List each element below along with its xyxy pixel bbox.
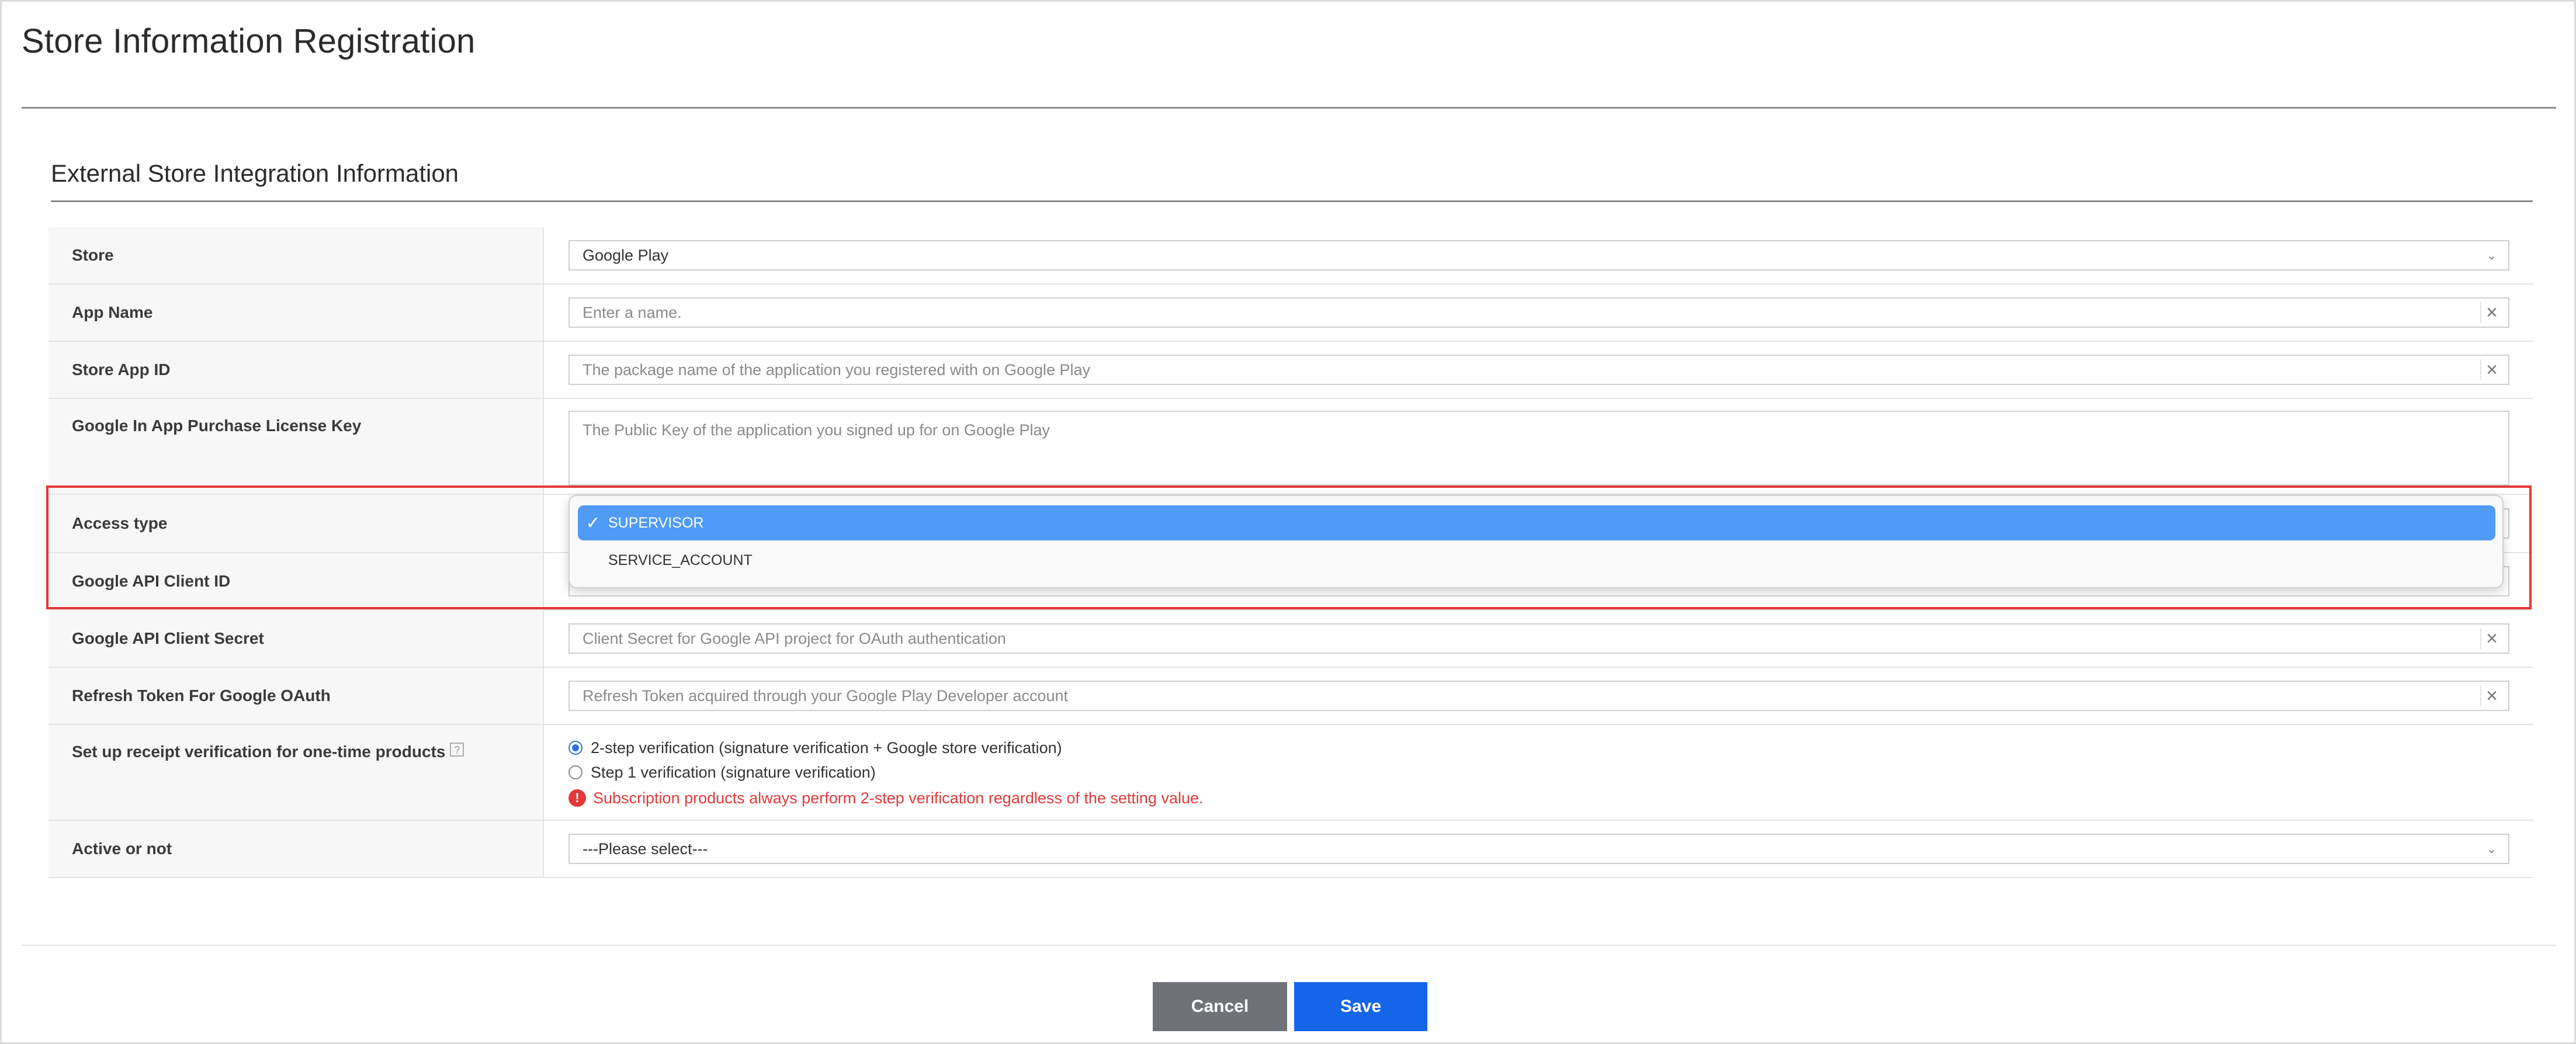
footer-divider (22, 945, 2556, 946)
refresh-token-input[interactable]: Refresh Token acquired through your Goog… (568, 681, 2509, 711)
row-client-secret: Google API Client Secret Client Secret f… (48, 611, 2533, 668)
client-secret-input[interactable]: Client Secret for Google API project for… (568, 623, 2509, 654)
radio-one-step[interactable]: Step 1 verification (signature verificat… (568, 760, 876, 785)
clear-icon[interactable]: × (2480, 685, 2502, 706)
store-registration-page: Store Information Registration External … (0, 0, 2576, 1044)
section-title: External Store Integration Information (51, 159, 459, 187)
row-active: Active or not ---Please select--- ⌄ (48, 821, 2533, 878)
dropdown-option-label: SERVICE_ACCOUNT (608, 552, 753, 568)
row-app-name: App Name Enter a name. × (48, 285, 2533, 342)
active-label: Active or not (48, 821, 544, 877)
client-id-label: Google API Client ID (48, 553, 544, 609)
row-refresh-token: Refresh Token For Google OAuth Refresh T… (48, 668, 2533, 725)
radio-two-step[interactable]: 2-step verification (signature verificat… (568, 736, 1062, 760)
row-receipt-verification: Set up receipt verification for one-time… (48, 725, 2533, 821)
save-button[interactable]: Save (1294, 982, 1427, 1031)
row-license-key: Google In App Purchase License Key The P… (48, 399, 2533, 495)
row-store: Store Google Play ⌄ (48, 227, 2533, 285)
radio-one-step-label: Step 1 verification (signature verificat… (591, 763, 876, 781)
chevron-down-icon: ⌄ (2487, 249, 2497, 262)
license-key-textarea[interactable]: The Public Key of the application you si… (568, 411, 2509, 485)
store-app-id-label: Store App ID (48, 342, 544, 398)
radio-two-step-label: 2-step verification (signature verificat… (591, 738, 1062, 757)
cancel-button[interactable]: Cancel (1153, 982, 1287, 1031)
page-title: Store Information Registration (22, 22, 476, 60)
checkmark-icon: ✓ (585, 513, 601, 533)
clear-icon[interactable]: × (2480, 628, 2502, 649)
dropdown-option-service-account[interactable]: SERVICE_ACCOUNT (578, 543, 2495, 578)
store-app-id-placeholder: The package name of the application you … (583, 360, 1091, 379)
title-divider (22, 107, 2556, 109)
client-secret-label: Google API Client Secret (48, 611, 544, 667)
store-select[interactable]: Google Play ⌄ (568, 240, 2509, 270)
clear-icon[interactable]: × (2480, 359, 2502, 380)
clear-icon[interactable]: × (2480, 302, 2502, 323)
radio-button-unchecked[interactable] (568, 765, 583, 779)
active-select[interactable]: ---Please select--- ⌄ (568, 834, 2509, 864)
store-select-value: Google Play (583, 246, 669, 264)
access-type-label: Access type (48, 495, 544, 552)
row-store-app-id: Store App ID The package name of the app… (48, 342, 2533, 399)
receipt-verification-label: Set up receipt verification for one-time… (48, 725, 544, 820)
app-name-placeholder: Enter a name. (583, 303, 682, 321)
refresh-token-label: Refresh Token For Google OAuth (48, 668, 544, 724)
access-type-dropdown: ✓ SUPERVISOR SERVICE_ACCOUNT (568, 495, 2504, 588)
chevron-down-icon: ⌄ (2487, 843, 2497, 856)
verification-warning-text: Subscription products always perform 2-s… (593, 789, 1204, 807)
receipt-verification-label-text: Set up receipt verification for one-time… (72, 743, 446, 761)
app-name-label: App Name (48, 285, 544, 341)
help-icon[interactable]: ? (450, 743, 464, 757)
store-app-id-input[interactable]: The package name of the application you … (568, 355, 2509, 385)
refresh-token-placeholder: Refresh Token acquired through your Goog… (583, 686, 1069, 705)
verification-warning: ! Subscription products always perform 2… (568, 785, 1204, 811)
license-key-label: Google In App Purchase License Key (48, 399, 544, 494)
active-select-value: ---Please select--- (583, 840, 708, 858)
store-label: Store (48, 227, 544, 283)
app-name-input[interactable]: Enter a name. × (568, 297, 2509, 328)
radio-button-checked[interactable] (568, 741, 583, 755)
dropdown-option-label: SUPERVISOR (608, 514, 704, 531)
client-secret-placeholder: Client Secret for Google API project for… (583, 629, 1006, 647)
section-divider (51, 200, 2533, 202)
warning-icon: ! (568, 789, 586, 807)
dropdown-option-supervisor[interactable]: ✓ SUPERVISOR (578, 505, 2495, 540)
